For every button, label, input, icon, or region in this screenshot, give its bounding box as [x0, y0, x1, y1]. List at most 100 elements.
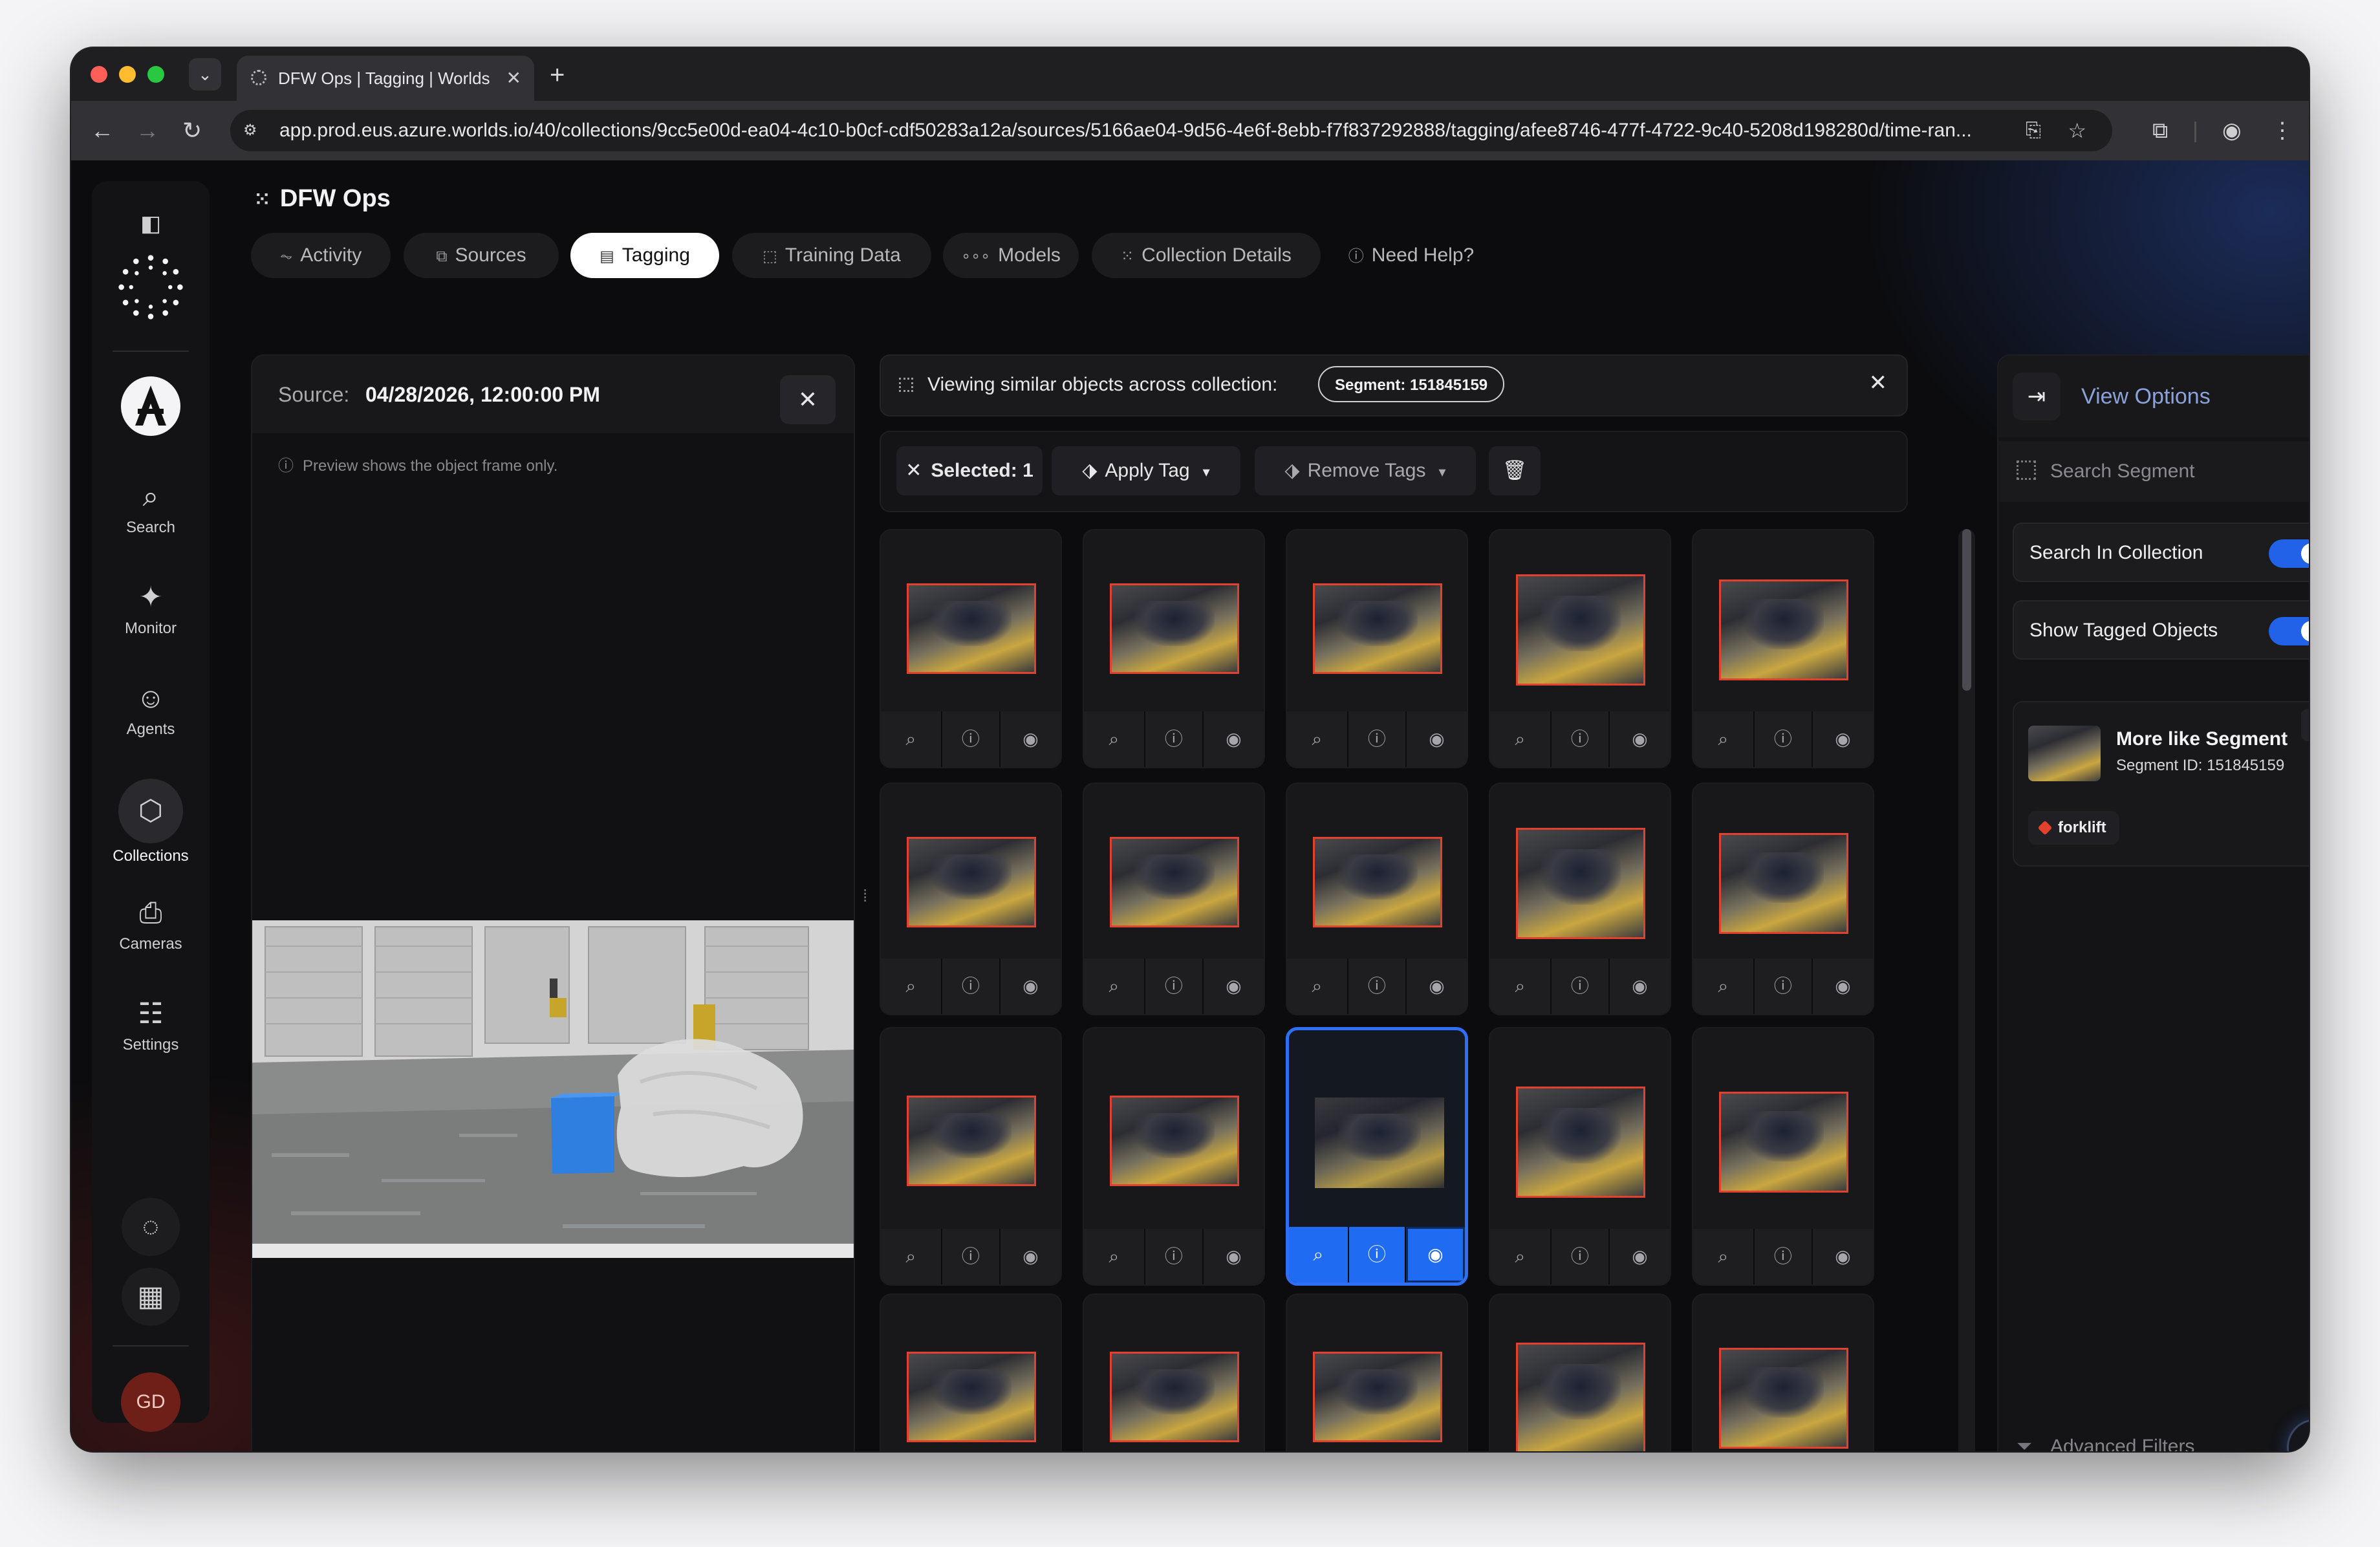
sidebar-item-search[interactable]: ⌕ Search	[92, 479, 210, 537]
object-thumbnail-image[interactable]	[1289, 1030, 1465, 1233]
tab-models[interactable]: ∘∘∘ Models	[943, 233, 1079, 278]
collapse-sidebar-button[interactable]: ◧	[92, 206, 210, 242]
sidebar-item-cameras[interactable]: ⎙ Cameras	[92, 895, 210, 953]
object-thumbnail-image[interactable]	[1084, 530, 1264, 714]
ai-assistant-sparkle-button[interactable]: ✦	[2287, 1419, 2309, 1451]
remove-segment-button[interactable]: ✕	[2301, 709, 2309, 741]
calculator-button[interactable]: ▦	[92, 1268, 210, 1326]
clear-selection-button[interactable]: ✕ Selected: 1	[896, 446, 1043, 495]
object-thumbnail-card[interactable]: ⌕ ⓘ ◉	[880, 1027, 1062, 1286]
apply-tag-button[interactable]: ⬗ Apply Tag ▾	[1052, 446, 1240, 495]
remove-tags-button[interactable]: ⬗ Remove Tags ▾	[1255, 446, 1476, 495]
object-thumbnail-image[interactable]	[1693, 1028, 1873, 1231]
zoom-icon[interactable]: ⌕	[1693, 711, 1753, 767]
object-thumbnail-card[interactable]: ⌕ ⓘ ◉	[1083, 1027, 1265, 1286]
object-thumbnail-image[interactable]	[881, 1028, 1061, 1231]
object-thumbnail-card[interactable]: ⌕ ⓘ ◉	[1489, 529, 1671, 768]
view-icon[interactable]: ◉	[1407, 711, 1467, 767]
zoom-icon[interactable]: ⌕	[881, 958, 941, 1014]
close-tab-icon[interactable]: ✕	[506, 56, 521, 101]
site-settings-icon[interactable]: ⚙	[243, 122, 261, 140]
object-thumbnail-image[interactable]	[881, 784, 1061, 961]
info-icon[interactable]: ⓘ	[1753, 711, 1813, 767]
select-all-checkbox[interactable]	[899, 378, 913, 392]
object-thumbnail-card[interactable]	[880, 1293, 1062, 1451]
tag-chip[interactable]: forklift	[2028, 811, 2119, 845]
info-icon[interactable]: ⓘ	[1347, 711, 1407, 767]
object-thumbnail-card[interactable]: ⌕ ⓘ ◉	[1489, 783, 1671, 1015]
extensions-puzzle-icon[interactable]: ⧉	[2152, 114, 2168, 147]
view-icon[interactable]: ◉	[1001, 1229, 1061, 1284]
object-thumbnail-card[interactable]: ⌕ ⓘ ◉	[1083, 529, 1265, 768]
info-icon[interactable]: ⓘ	[1550, 711, 1610, 767]
object-thumbnail-card[interactable]	[1286, 1293, 1468, 1451]
browser-menu-icon[interactable]: ⋮	[2271, 114, 2293, 147]
object-thumbnail-image[interactable]	[1084, 784, 1264, 961]
zoom-icon[interactable]: ⌕	[1490, 711, 1550, 767]
object-thumbnail-image[interactable]	[1084, 1295, 1264, 1451]
view-icon[interactable]: ◉	[1001, 711, 1061, 767]
forward-arrow-icon[interactable]: →	[136, 114, 159, 147]
sidebar-item-monitor[interactable]: ✦ Monitor	[92, 579, 210, 638]
view-icon[interactable]: ◉	[1610, 1229, 1670, 1284]
user-avatar[interactable]: GD	[92, 1372, 210, 1432]
zoom-icon[interactable]: ⌕	[1693, 1229, 1753, 1284]
advanced-filters-button[interactable]: Advanced Filters	[2050, 1436, 2194, 1451]
profile-icon[interactable]: ◉	[2222, 114, 2242, 147]
segment-chip[interactable]: Segment: 151845159	[1318, 366, 1505, 402]
zoom-icon[interactable]: ⌕	[881, 711, 941, 767]
new-tab-plus-icon[interactable]: +	[550, 57, 565, 93]
tab-need-help[interactable]: ⓘ Need Help?	[1334, 233, 1489, 278]
back-arrow-icon[interactable]: ←	[91, 114, 114, 147]
info-icon[interactable]: ⓘ	[940, 711, 1001, 767]
object-thumbnail-image[interactable]	[1287, 530, 1467, 714]
info-icon[interactable]: ⓘ	[1753, 1229, 1813, 1284]
bookmark-star-icon[interactable]: ☆	[2068, 110, 2086, 151]
object-thumbnail-card[interactable]: ⌕ ⓘ ◉	[880, 783, 1062, 1015]
activity-spinner-button[interactable]: ◌	[92, 1198, 210, 1256]
info-icon[interactable]: ⓘ	[1347, 958, 1407, 1014]
view-icon[interactable]: ◉	[1406, 1227, 1465, 1282]
browser-tab[interactable]: DFW Ops | Tagging | Worlds ✕	[237, 56, 534, 101]
object-thumbnail-image[interactable]	[1693, 1295, 1873, 1451]
object-thumbnail-card[interactable]: ⌕ ⓘ ◉	[1286, 529, 1468, 768]
info-icon[interactable]: ⓘ	[1753, 958, 1813, 1014]
source-frame-image[interactable]	[252, 920, 854, 1258]
object-thumbnail-card[interactable]: ⌕ ⓘ ◉	[1692, 1027, 1874, 1286]
info-icon[interactable]: ⓘ	[1550, 1229, 1610, 1284]
tab-training-data[interactable]: ⬚ Training Data	[732, 233, 931, 278]
view-icon[interactable]: ◉	[1610, 958, 1670, 1014]
org-avatar-button[interactable]	[92, 375, 210, 440]
object-thumbnail-card[interactable]	[1083, 1293, 1265, 1451]
info-icon[interactable]: ⓘ	[1143, 1229, 1204, 1284]
close-similar-icon[interactable]: ✕	[1869, 370, 1888, 396]
object-thumbnail-card[interactable]: ⌕ ⓘ ◉	[880, 529, 1062, 768]
grid-scrollbar-thumb[interactable]	[1962, 529, 1971, 691]
object-thumbnail-image[interactable]	[1693, 784, 1873, 961]
close-source-button[interactable]: ✕	[780, 375, 836, 424]
close-window-button[interactable]	[91, 66, 107, 83]
tab-tagging[interactable]: ▤ Tagging	[570, 233, 719, 278]
object-thumbnail-image[interactable]	[881, 530, 1061, 714]
object-thumbnail-image[interactable]	[881, 1295, 1061, 1451]
object-thumbnail-card[interactable]: ⌕ ⓘ ◉	[1083, 783, 1265, 1015]
object-thumbnail-card[interactable]: ⌕ ⓘ ◉	[1286, 1027, 1468, 1286]
object-thumbnail-card[interactable]: ⌕ ⓘ ◉	[1286, 783, 1468, 1015]
view-icon[interactable]: ◉	[1407, 958, 1467, 1014]
zoom-icon[interactable]: ⌕	[1490, 958, 1550, 1014]
object-thumbnail-image[interactable]	[1287, 784, 1467, 961]
show-tagged-objects-switch[interactable]	[2269, 617, 2309, 645]
zoom-icon[interactable]: ⌕	[1287, 958, 1347, 1014]
zoom-icon[interactable]: ⌕	[1084, 958, 1144, 1014]
grid-scrollbar[interactable]	[1958, 529, 1975, 1451]
sidebar-item-collections[interactable]: ⬡ Collections	[92, 779, 210, 865]
zoom-icon[interactable]: ⌕	[1287, 711, 1347, 767]
search-in-collection-switch[interactable]	[2269, 539, 2309, 568]
info-icon[interactable]: ⓘ	[940, 1229, 1001, 1284]
view-icon[interactable]: ◉	[1610, 711, 1670, 767]
reload-icon[interactable]: ↻	[182, 114, 202, 147]
view-icon[interactable]: ◉	[1813, 958, 1873, 1014]
segment-thumbnail[interactable]	[2028, 726, 2101, 781]
view-icon[interactable]: ◉	[1813, 711, 1873, 767]
zoom-icon[interactable]: ⌕	[1084, 1229, 1144, 1284]
